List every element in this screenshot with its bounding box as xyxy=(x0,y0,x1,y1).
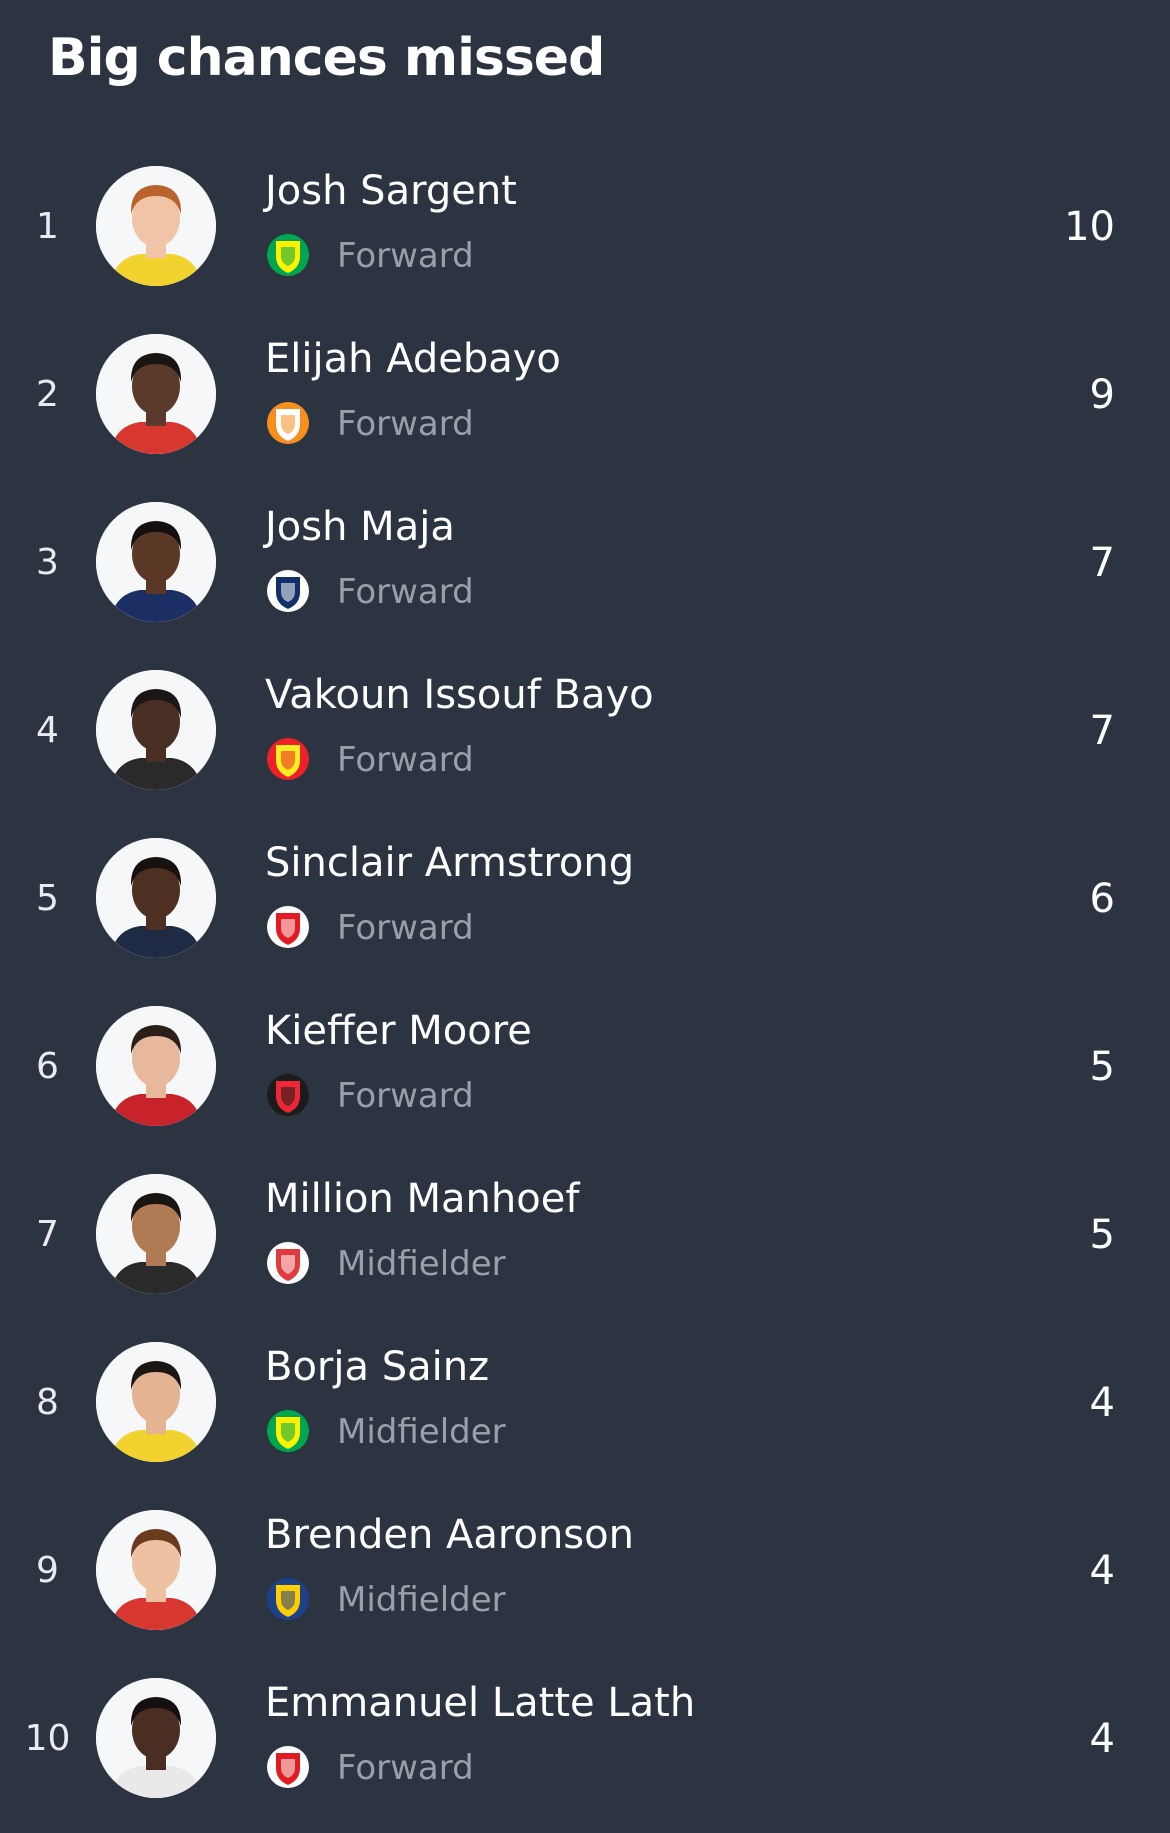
west-brom-crest-icon xyxy=(265,568,311,614)
player-row[interactable]: 4 Vakoun Issouf Bayo Forward 7 xyxy=(0,648,1170,816)
player-name: Elijah Adebayo xyxy=(265,336,561,382)
stat-value: 5 xyxy=(1089,1212,1115,1258)
player-name: Emmanuel Latte Lath xyxy=(265,1680,696,1726)
player-position: Midfielder xyxy=(337,1412,506,1452)
player-row[interactable]: 3 Josh Maja Forward 7 xyxy=(0,480,1170,648)
player-position: Forward xyxy=(337,236,474,276)
rank-number: 3 xyxy=(36,542,59,583)
player-position: Forward xyxy=(337,1748,474,1788)
player-position: Forward xyxy=(337,908,474,948)
player-photo xyxy=(96,670,216,790)
player-row[interactable]: 7 Million Manhoef Midfielder 5 xyxy=(0,1152,1170,1320)
rank-number: 8 xyxy=(36,1382,59,1423)
rank-number: 4 xyxy=(36,710,59,751)
player-photo xyxy=(96,1006,216,1126)
player-name: Borja Sainz xyxy=(265,1344,490,1390)
player-name: Vakoun Issouf Bayo xyxy=(265,672,654,718)
player-name: Million Manhoef xyxy=(265,1176,580,1222)
stat-value: 7 xyxy=(1089,708,1115,754)
player-photo xyxy=(96,1174,216,1294)
player-photo xyxy=(96,1510,216,1630)
player-photo xyxy=(96,334,216,454)
rank-number: 9 xyxy=(36,1550,59,1591)
player-name: Brenden Aaronson xyxy=(265,1512,634,1558)
rank-number: 10 xyxy=(24,1718,71,1759)
player-list: 1 Josh Sargent Forward 10 2 Elijah Adeba… xyxy=(0,144,1170,1824)
player-photo xyxy=(96,502,216,622)
player-position: Forward xyxy=(337,740,474,780)
stoke-crest-icon xyxy=(265,1240,311,1286)
rank-number: 2 xyxy=(36,374,59,415)
stat-value: 5 xyxy=(1089,1044,1115,1090)
player-position: Midfielder xyxy=(337,1580,506,1620)
sheffield-united-crest-icon xyxy=(265,1072,311,1118)
rank-number: 1 xyxy=(36,206,59,247)
norwich-crest-icon xyxy=(265,1408,311,1454)
stat-value: 4 xyxy=(1089,1548,1115,1594)
player-position: Forward xyxy=(337,572,474,612)
player-row[interactable]: 8 Borja Sainz Midfielder 4 xyxy=(0,1320,1170,1488)
player-name: Josh Sargent xyxy=(265,168,517,214)
watford-crest-icon xyxy=(265,736,311,782)
norwich-crest-icon xyxy=(265,232,311,278)
page-title: Big chances missed xyxy=(48,28,605,88)
player-photo xyxy=(96,838,216,958)
player-row[interactable]: 5 Sinclair Armstrong Forward 6 xyxy=(0,816,1170,984)
player-row[interactable]: 10 Emmanuel Latte Lath Forward 4 xyxy=(0,1656,1170,1824)
player-row[interactable]: 1 Josh Sargent Forward 10 xyxy=(0,144,1170,312)
rank-number: 7 xyxy=(36,1214,59,1255)
stat-value: 4 xyxy=(1089,1716,1115,1762)
stat-value: 7 xyxy=(1089,540,1115,586)
player-name: Kieffer Moore xyxy=(265,1008,532,1054)
middlesbrough-crest-icon xyxy=(265,1744,311,1790)
player-row[interactable]: 2 Elijah Adebayo Forward 9 xyxy=(0,312,1170,480)
rank-number: 5 xyxy=(36,878,59,919)
leeds-crest-icon xyxy=(265,1576,311,1622)
stat-value: 10 xyxy=(1064,204,1115,250)
player-position: Forward xyxy=(337,1076,474,1116)
player-photo xyxy=(96,1678,216,1798)
player-name: Josh Maja xyxy=(265,504,455,550)
player-photo xyxy=(96,166,216,286)
stat-value: 6 xyxy=(1089,876,1115,922)
player-photo xyxy=(96,1342,216,1462)
player-position: Midfielder xyxy=(337,1244,506,1284)
player-name: Sinclair Armstrong xyxy=(265,840,635,886)
player-row[interactable]: 9 Brenden Aaronson Midfielder 4 xyxy=(0,1488,1170,1656)
stat-value: 4 xyxy=(1089,1380,1115,1426)
rank-number: 6 xyxy=(36,1046,59,1087)
bristol-city-crest-icon xyxy=(265,904,311,950)
player-position: Forward xyxy=(337,404,474,444)
luton-crest-icon xyxy=(265,400,311,446)
stat-value: 9 xyxy=(1089,372,1115,418)
player-row[interactable]: 6 Kieffer Moore Forward 5 xyxy=(0,984,1170,1152)
